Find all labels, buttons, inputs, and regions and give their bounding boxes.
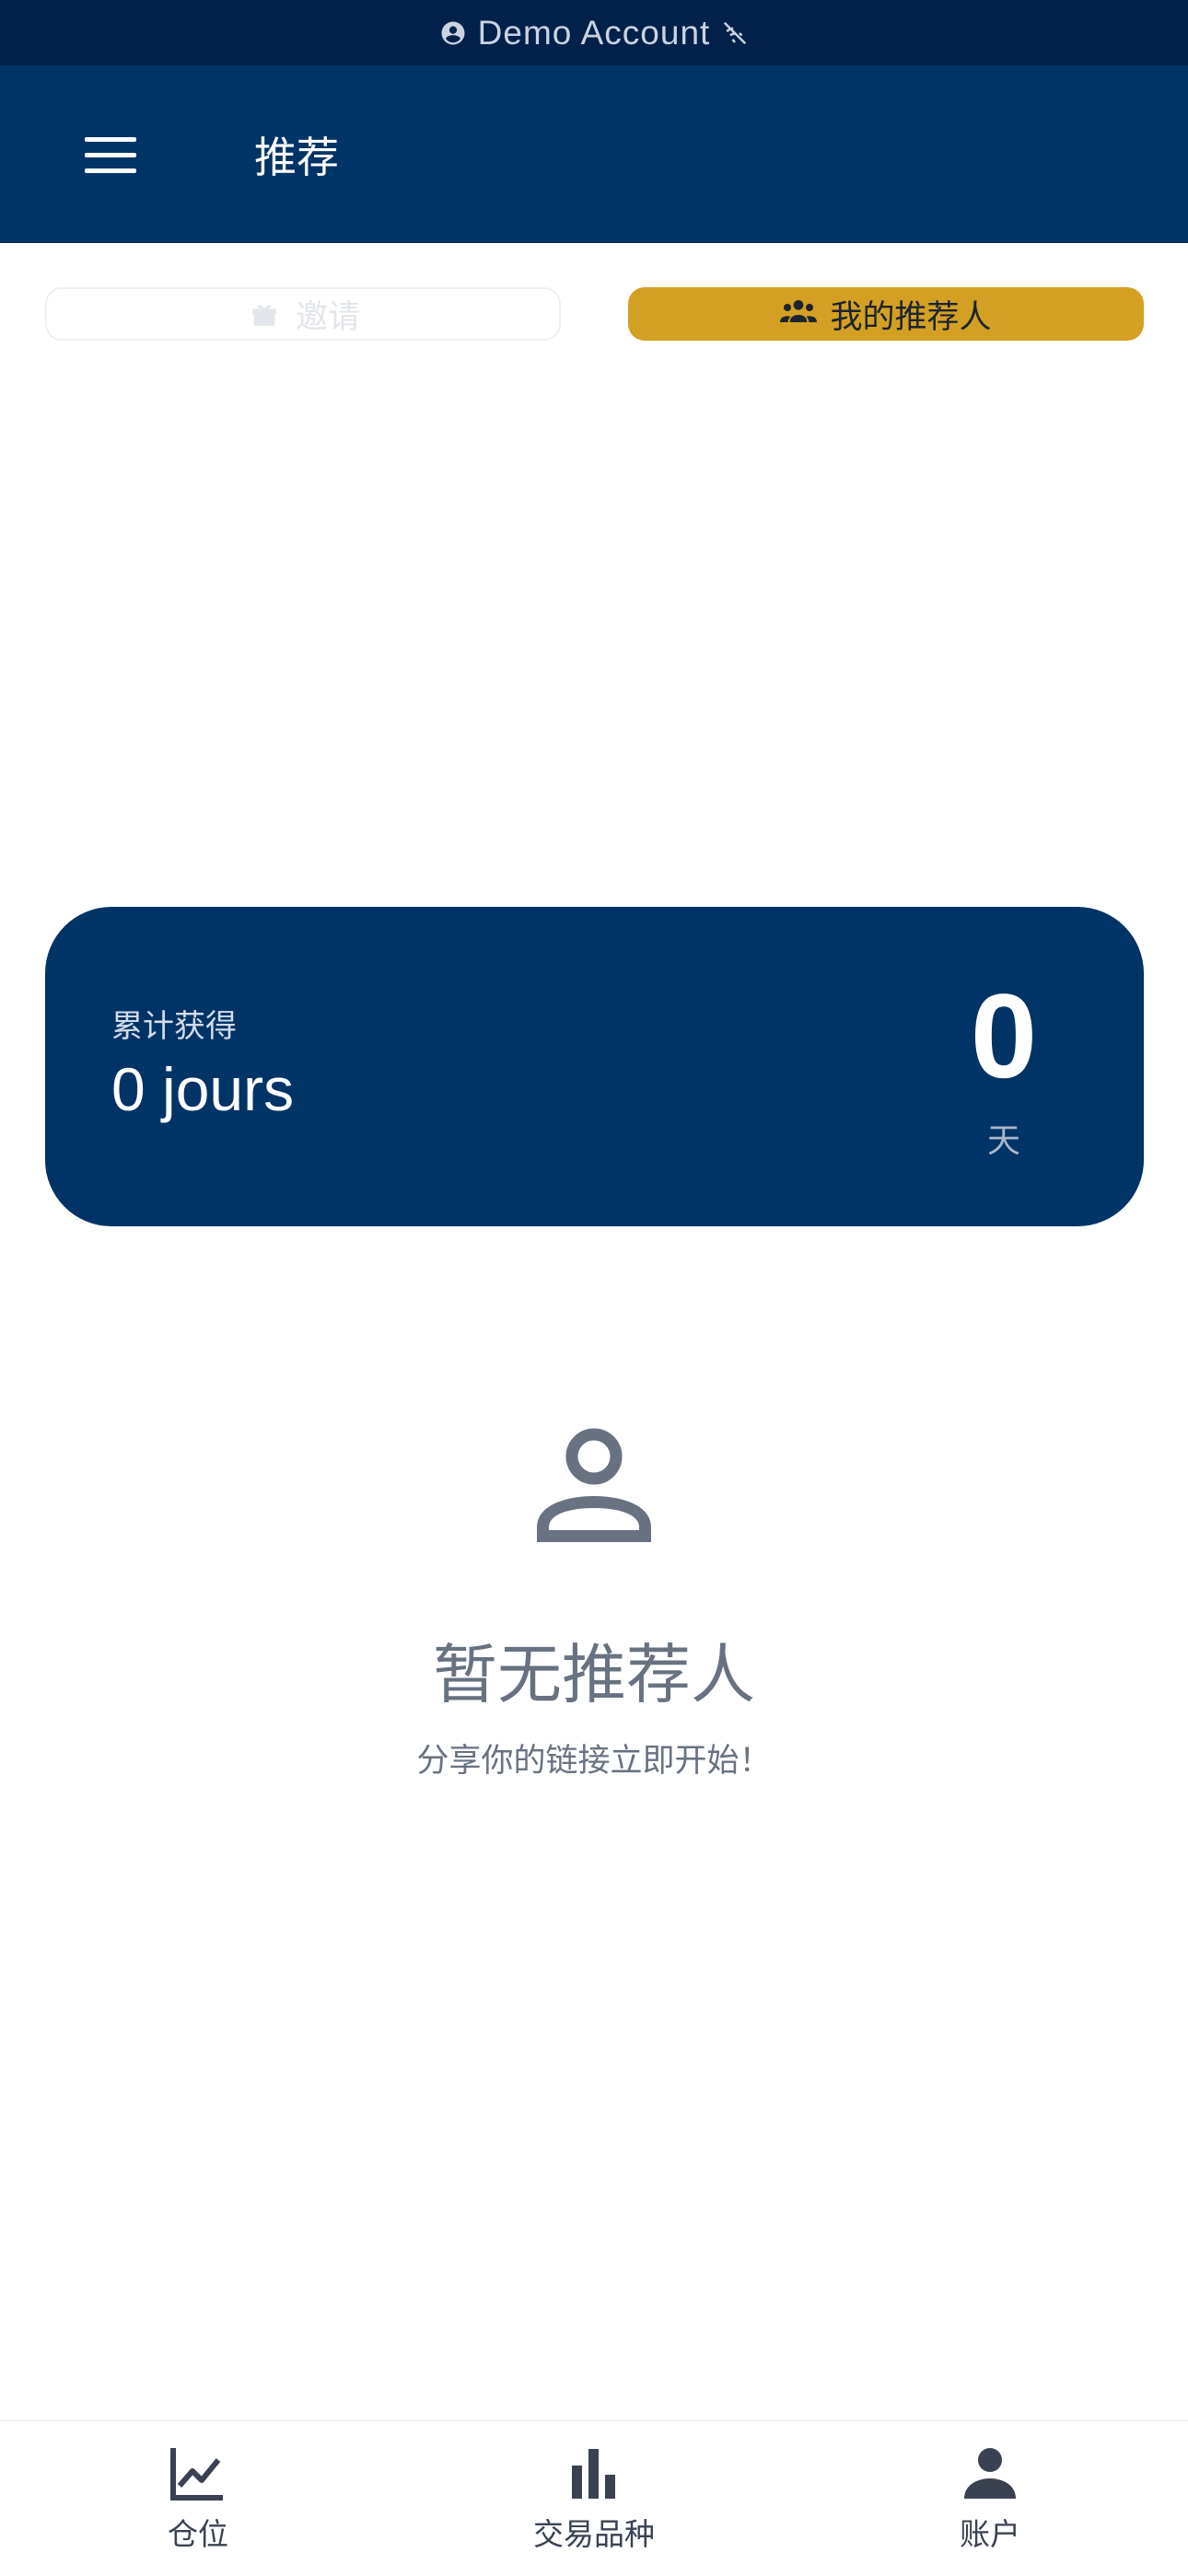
nav-item-account[interactable]: 账户: [870, 2421, 1110, 2576]
person-icon: [964, 2448, 1016, 2499]
line-chart-icon: [170, 2448, 223, 2501]
summary-days-unit: 天: [986, 1121, 1020, 1159]
nav-item-instruments[interactable]: 交易品种: [474, 2421, 714, 2576]
person-outline-icon: [537, 1428, 651, 1542]
empty-state: 暂无推荐人 分享你的链接立即开始！: [0, 1422, 1188, 1781]
empty-state-title: 暂无推荐人: [433, 1639, 755, 1711]
summary-days-number: 0: [970, 969, 1038, 1103]
tab-my-referrer-label: 我的推荐人: [830, 298, 992, 335]
summary-value: 0 jours: [111, 1055, 295, 1123]
tab-invite[interactable]: 邀请: [45, 287, 561, 341]
tab-bar: 邀请 我的推荐人: [0, 287, 1188, 342]
status-bar: Demo Account: [0, 0, 1188, 65]
nav-account-label: 账户: [960, 2517, 1020, 2551]
nav-positions-label: 仓位: [168, 2517, 228, 2551]
earnings-summary-card: 累计获得 0 jours 0 天: [45, 907, 1144, 1226]
menu-button[interactable]: [66, 119, 155, 192]
nav-item-positions[interactable]: 仓位: [78, 2421, 318, 2576]
group-icon: [780, 298, 818, 330]
app-bar: 推荐: [0, 65, 1188, 243]
tab-invite-label: 邀请: [295, 298, 360, 335]
page-title: 推荐: [254, 133, 339, 181]
hamburger-menu-icon: [85, 137, 136, 173]
tab-my-referrer[interactable]: 我的推荐人: [628, 287, 1144, 341]
gift-icon: [246, 298, 283, 330]
summary-label: 累计获得: [111, 1009, 237, 1044]
empty-state-subtitle: 分享你的链接立即开始！: [416, 1743, 772, 1779]
bar-chart-icon: [572, 2449, 615, 2499]
account-circle-icon: [439, 19, 467, 47]
bottom-navigation: 仓位 交易品种 账户: [0, 2419, 1188, 2576]
wifi-off-icon: [721, 19, 749, 47]
nav-instruments-label: 交易品种: [533, 2517, 655, 2551]
status-text: Demo Account: [477, 13, 711, 52]
